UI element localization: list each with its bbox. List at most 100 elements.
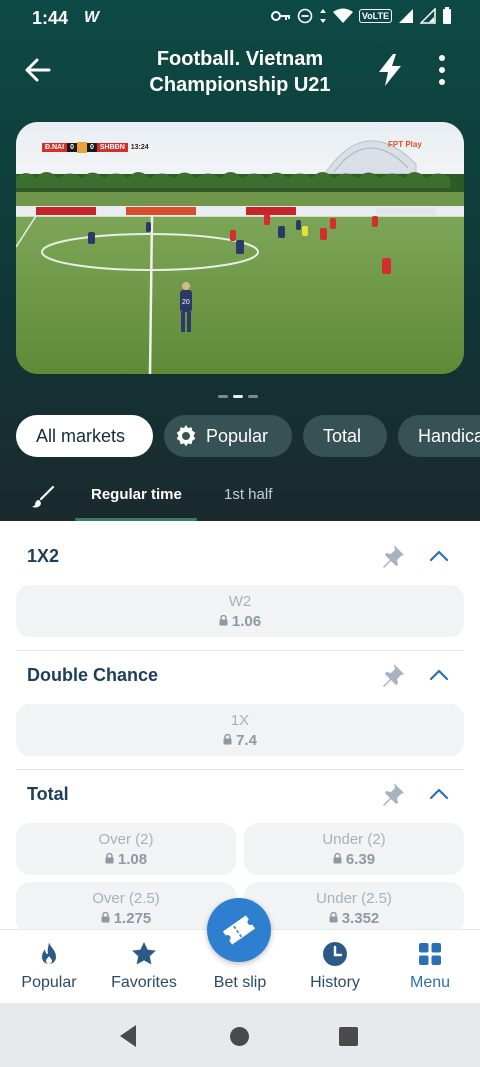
status-bar: 1:44 W VoLTE [0,0,480,38]
odd-value-text: 1.08 [117,851,148,868]
odd-button[interactable]: Over (2) 1.08 [16,823,236,875]
status-icons: VoLTE [270,7,452,25]
market-filter-chips: All markets Popular Total Handica [16,415,480,457]
market-header-1x2[interactable]: 1X2 [0,529,480,585]
odd-label: Over (2) [98,831,154,848]
nav-label: Popular [21,974,77,991]
system-back-icon[interactable] [118,1024,138,1048]
home-score: 0 [67,143,77,152]
lock-icon [219,615,228,626]
market-title: 1X2 [27,546,60,566]
system-navigation-bar [0,1003,480,1067]
grid-menu-icon [419,943,441,965]
odd-button[interactable]: 1X 7.4 [16,704,464,756]
odd-label: Over (2.5) [92,890,160,907]
pin-icon[interactable] [380,662,406,688]
live-video-player[interactable]: 20 Đ.NAI 0 0 SHBĐN 13:24 FPT Play [16,122,464,374]
market-header-double-chance[interactable]: Double Chance [0,648,480,704]
tab-first-half[interactable]: 1st half [224,486,272,503]
more-options-icon[interactable] [430,52,454,88]
market-title: Double Chance [27,665,159,685]
odd-label: 1X [230,712,250,729]
chevron-up-icon[interactable] [428,666,450,682]
pin-icon[interactable] [380,543,406,569]
broadcaster-name: FPT Play [388,140,422,149]
odd-value: 1.06 [16,613,464,630]
away-score: 0 [86,143,97,152]
nav-popular[interactable]: Popular [1,930,97,1004]
markets-list[interactable]: 1X2 W2 1.06 Double Chance 1X 7.4 Total O… [0,521,480,929]
nav-favorites[interactable]: Favorites [96,930,192,1004]
odd-value-text: 3.352 [341,910,380,927]
odd-value: 1.275 [16,910,236,927]
broadcaster-logo: FPT Play [388,140,422,149]
odd-button[interactable]: Under (2) 6.39 [244,823,464,875]
odd-label: Under (2.5) [316,890,392,907]
home-team: Đ.NAI [42,143,68,152]
lock-icon [333,853,342,864]
odd-value-text: 1.06 [231,613,262,630]
chevron-up-icon[interactable] [428,785,450,801]
odd-value: 1.08 [16,851,236,868]
ticket-icon [222,915,256,945]
pin-icon[interactable] [380,781,406,807]
chip-total[interactable]: Total [303,415,387,457]
player-number: 20 [182,299,190,306]
odd-value-text: 6.39 [345,851,376,868]
nav-menu[interactable]: Menu [382,930,478,1004]
chip-popular[interactable]: Popular [164,415,292,457]
odd-value: 6.39 [244,851,464,868]
brush-icon[interactable] [30,484,56,510]
back-arrow-icon[interactable] [20,52,56,88]
carousel-dot [248,395,258,398]
tab-regular-time[interactable]: Regular time [91,486,182,503]
lock-icon [105,853,114,864]
odd-value: 3.352 [244,910,464,927]
chevron-up-icon[interactable] [428,547,450,563]
bet-slip-button[interactable] [207,898,271,962]
lock-icon [329,912,338,923]
lock-icon [101,912,110,923]
nav-history[interactable]: History [287,930,383,1004]
odd-button[interactable]: W2 1.06 [16,585,464,637]
period-tabs: Regular time 1st half [0,474,480,521]
odd-label: W2 [228,593,252,610]
odd-button[interactable]: Over (2.5) 1.275 [16,882,236,929]
market-title: Total [27,784,69,804]
dnd-icon [297,8,313,24]
battery-icon [443,7,451,24]
carousel-dot-active [233,395,243,398]
page-title: Football. Vietnam Championship U21 [100,46,380,98]
league-logo-icon [76,142,87,153]
signal-icon [399,9,413,23]
title-line-2: Championship U21 [149,74,331,96]
odd-value-text: 7.4 [236,732,257,749]
match-clock: 13:24 [127,143,152,152]
chip-handicap[interactable]: Handica [398,415,480,457]
odd-label: Under (2) [322,831,386,848]
chip-all-markets[interactable]: All markets [16,415,153,457]
lightning-icon[interactable] [374,52,406,88]
star-icon [132,942,156,965]
status-time: 1:44 [32,8,69,28]
wifi-icon [332,8,353,23]
nav-label: Bet slip [213,974,267,991]
chip-label: Handica [418,426,480,446]
system-recents-icon[interactable] [339,1027,358,1046]
system-home-icon[interactable] [230,1027,249,1046]
data-arrows-icon [319,9,326,23]
market-header-total[interactable]: Total [0,767,480,823]
odd-button[interactable]: Under (2.5) 3.352 [244,882,464,929]
nav-label: History [310,974,360,991]
away-team: SHBĐN [96,143,128,152]
app-notification-icon: W [84,9,100,26]
nav-label: Favorites [111,974,177,991]
app-bar: Football. Vietnam Championship U21 [0,38,480,108]
scoreboard: Đ.NAI 0 0 SHBĐN 13:24 [42,142,152,153]
gear-icon [176,424,196,447]
match-header-area: 1:44 W VoLTE Football. Vietnam Champions… [0,0,480,521]
key-icon [270,11,290,21]
chip-label: All markets [36,426,126,446]
volte-badge: VoLTE [358,9,392,23]
chip-label: Total [323,426,362,446]
